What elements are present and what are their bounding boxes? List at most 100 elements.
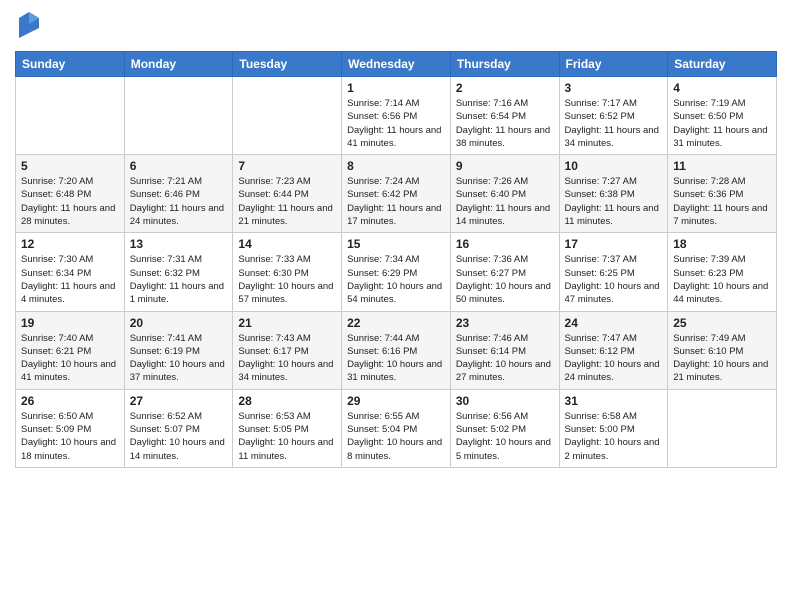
day-info: Sunrise: 7:43 AMSunset: 6:17 PMDaylight:… bbox=[238, 332, 336, 385]
logo-text-block bbox=[15, 10, 41, 43]
day-number: 2 bbox=[456, 81, 554, 95]
day-number: 29 bbox=[347, 394, 445, 408]
day-info: Sunrise: 7:27 AMSunset: 6:38 PMDaylight:… bbox=[565, 175, 663, 228]
logo bbox=[15, 10, 41, 43]
day-info: Sunrise: 7:17 AMSunset: 6:52 PMDaylight:… bbox=[565, 97, 663, 150]
day-number: 31 bbox=[565, 394, 663, 408]
calendar-cell: 15Sunrise: 7:34 AMSunset: 6:29 PMDayligh… bbox=[342, 233, 451, 311]
day-number: 1 bbox=[347, 81, 445, 95]
day-info: Sunrise: 7:26 AMSunset: 6:40 PMDaylight:… bbox=[456, 175, 554, 228]
calendar-cell: 27 Sunrise: 6:52 AMSunset: 5:07 PMDayligh… bbox=[124, 389, 233, 467]
day-number: 9 bbox=[456, 159, 554, 173]
calendar-cell: 28 Sunrise: 6:53 AMSunset: 5:05 PMDayligh… bbox=[233, 389, 342, 467]
day-info: Sunrise: 7:19 AMSunset: 6:50 PMDaylight:… bbox=[673, 97, 771, 150]
day-info: Sunrise: 7:40 AMSunset: 6:21 PMDaylight:… bbox=[21, 332, 119, 385]
day-number: 21 bbox=[238, 316, 336, 330]
calendar-day-header: Friday bbox=[559, 52, 668, 77]
day-info: Sunrise: 7:30 AMSunset: 6:34 PMDaylight:… bbox=[21, 253, 119, 306]
calendar-cell: 4 Sunrise: 7:19 AMSunset: 6:50 PMDaylight… bbox=[668, 77, 777, 155]
day-number: 19 bbox=[21, 316, 119, 330]
day-number: 7 bbox=[238, 159, 336, 173]
day-info: Sunrise: 7:49 AMSunset: 6:10 PMDaylight:… bbox=[673, 332, 771, 385]
day-number: 3 bbox=[565, 81, 663, 95]
calendar-week-row: 5 Sunrise: 7:20 AMSunset: 6:48 PMDaylight… bbox=[16, 155, 777, 233]
calendar-cell: 17 Sunrise: 7:37 AMSunset: 6:25 PMDayligh… bbox=[559, 233, 668, 311]
header bbox=[15, 10, 777, 43]
calendar-cell: 2 Sunrise: 7:16 AMSunset: 6:54 PMDaylight… bbox=[450, 77, 559, 155]
calendar-cell: 3 Sunrise: 7:17 AMSunset: 6:52 PMDaylight… bbox=[559, 77, 668, 155]
calendar-cell: 9 Sunrise: 7:26 AMSunset: 6:40 PMDaylight… bbox=[450, 155, 559, 233]
calendar-cell: 21 Sunrise: 7:43 AMSunset: 6:17 PMDayligh… bbox=[233, 311, 342, 389]
day-info: Sunrise: 7:44 AMSunset: 6:16 PMDaylight:… bbox=[347, 332, 445, 385]
calendar-cell: 6 Sunrise: 7:21 AMSunset: 6:46 PMDaylight… bbox=[124, 155, 233, 233]
day-info: Sunrise: 7:16 AMSunset: 6:54 PMDaylight:… bbox=[456, 97, 554, 150]
calendar-day-header: Sunday bbox=[16, 52, 125, 77]
calendar-cell: 1 Sunrise: 7:14 AMSunset: 6:56 PMDaylight… bbox=[342, 77, 451, 155]
day-info: Sunrise: 6:50 AMSunset: 5:09 PMDaylight:… bbox=[21, 410, 119, 463]
day-info: Sunrise: 6:53 AMSunset: 5:05 PMDaylight:… bbox=[238, 410, 336, 463]
logo-general bbox=[15, 10, 41, 43]
calendar-header-row: SundayMondayTuesdayWednesdayThursdayFrid… bbox=[16, 52, 777, 77]
calendar-table: SundayMondayTuesdayWednesdayThursdayFrid… bbox=[15, 51, 777, 468]
day-number: 8 bbox=[347, 159, 445, 173]
day-number: 14 bbox=[238, 237, 336, 251]
day-number: 27 bbox=[130, 394, 228, 408]
day-number: 30 bbox=[456, 394, 554, 408]
day-number: 24 bbox=[565, 316, 663, 330]
day-number: 13 bbox=[130, 237, 228, 251]
calendar-cell: 10 Sunrise: 7:27 AMSunset: 6:38 PMDayligh… bbox=[559, 155, 668, 233]
calendar-day-header: Monday bbox=[124, 52, 233, 77]
day-info: Sunrise: 7:28 AMSunset: 6:36 PMDaylight:… bbox=[673, 175, 771, 228]
day-info: Sunrise: 7:21 AMSunset: 6:46 PMDaylight:… bbox=[130, 175, 228, 228]
calendar-cell: 29 Sunrise: 6:55 AMSunset: 5:04 PMDayligh… bbox=[342, 389, 451, 467]
day-info: Sunrise: 7:46 AMSunset: 6:14 PMDaylight:… bbox=[456, 332, 554, 385]
logo-icon bbox=[17, 10, 41, 38]
day-number: 10 bbox=[565, 159, 663, 173]
calendar-cell: 11Sunrise: 7:28 AMSunset: 6:36 PMDayligh… bbox=[668, 155, 777, 233]
calendar-cell: 25Sunrise: 7:49 AMSunset: 6:10 PMDayligh… bbox=[668, 311, 777, 389]
calendar-day-header: Tuesday bbox=[233, 52, 342, 77]
calendar-cell: 8 Sunrise: 7:24 AMSunset: 6:42 PMDaylight… bbox=[342, 155, 451, 233]
calendar-day-header: Saturday bbox=[668, 52, 777, 77]
day-number: 15 bbox=[347, 237, 445, 251]
day-info: Sunrise: 6:56 AMSunset: 5:02 PMDaylight:… bbox=[456, 410, 554, 463]
day-info: Sunrise: 6:52 AMSunset: 5:07 PMDaylight:… bbox=[130, 410, 228, 463]
calendar-day-header: Wednesday bbox=[342, 52, 451, 77]
day-number: 28 bbox=[238, 394, 336, 408]
calendar-cell: 26 Sunrise: 6:50 AMSunset: 5:09 PMDayligh… bbox=[16, 389, 125, 467]
calendar-cell: 12 Sunrise: 7:30 AMSunset: 6:34 PMDayligh… bbox=[16, 233, 125, 311]
day-info: Sunrise: 7:31 AMSunset: 6:32 PMDaylight:… bbox=[130, 253, 228, 306]
page: SundayMondayTuesdayWednesdayThursdayFrid… bbox=[0, 0, 792, 612]
calendar-cell: 5 Sunrise: 7:20 AMSunset: 6:48 PMDaylight… bbox=[16, 155, 125, 233]
calendar-cell: 7Sunrise: 7:23 AMSunset: 6:44 PMDaylight… bbox=[233, 155, 342, 233]
day-info: Sunrise: 6:55 AMSunset: 5:04 PMDaylight:… bbox=[347, 410, 445, 463]
calendar-day-header: Thursday bbox=[450, 52, 559, 77]
day-info: Sunrise: 7:37 AMSunset: 6:25 PMDaylight:… bbox=[565, 253, 663, 306]
calendar-cell: 22 Sunrise: 7:44 AMSunset: 6:16 PMDayligh… bbox=[342, 311, 451, 389]
day-info: Sunrise: 7:20 AMSunset: 6:48 PMDaylight:… bbox=[21, 175, 119, 228]
calendar-cell bbox=[233, 77, 342, 155]
day-info: Sunrise: 7:39 AMSunset: 6:23 PMDaylight:… bbox=[673, 253, 771, 306]
day-info: Sunrise: 7:36 AMSunset: 6:27 PMDaylight:… bbox=[456, 253, 554, 306]
calendar-week-row: 1 Sunrise: 7:14 AMSunset: 6:56 PMDaylight… bbox=[16, 77, 777, 155]
calendar-cell bbox=[16, 77, 125, 155]
day-number: 12 bbox=[21, 237, 119, 251]
calendar-week-row: 26 Sunrise: 6:50 AMSunset: 5:09 PMDayligh… bbox=[16, 389, 777, 467]
calendar-cell: 16Sunrise: 7:36 AMSunset: 6:27 PMDayligh… bbox=[450, 233, 559, 311]
calendar-week-row: 19 Sunrise: 7:40 AMSunset: 6:21 PMDayligh… bbox=[16, 311, 777, 389]
day-number: 4 bbox=[673, 81, 771, 95]
day-info: Sunrise: 6:58 AMSunset: 5:00 PMDaylight:… bbox=[565, 410, 663, 463]
calendar-cell bbox=[668, 389, 777, 467]
day-number: 17 bbox=[565, 237, 663, 251]
day-number: 26 bbox=[21, 394, 119, 408]
day-number: 5 bbox=[21, 159, 119, 173]
day-number: 22 bbox=[347, 316, 445, 330]
calendar-cell: 19 Sunrise: 7:40 AMSunset: 6:21 PMDayligh… bbox=[16, 311, 125, 389]
day-number: 6 bbox=[130, 159, 228, 173]
day-info: Sunrise: 7:24 AMSunset: 6:42 PMDaylight:… bbox=[347, 175, 445, 228]
day-number: 18 bbox=[673, 237, 771, 251]
day-info: Sunrise: 7:14 AMSunset: 6:56 PMDaylight:… bbox=[347, 97, 445, 150]
day-info: Sunrise: 7:33 AMSunset: 6:30 PMDaylight:… bbox=[238, 253, 336, 306]
day-number: 20 bbox=[130, 316, 228, 330]
calendar-cell: 23Sunrise: 7:46 AMSunset: 6:14 PMDayligh… bbox=[450, 311, 559, 389]
